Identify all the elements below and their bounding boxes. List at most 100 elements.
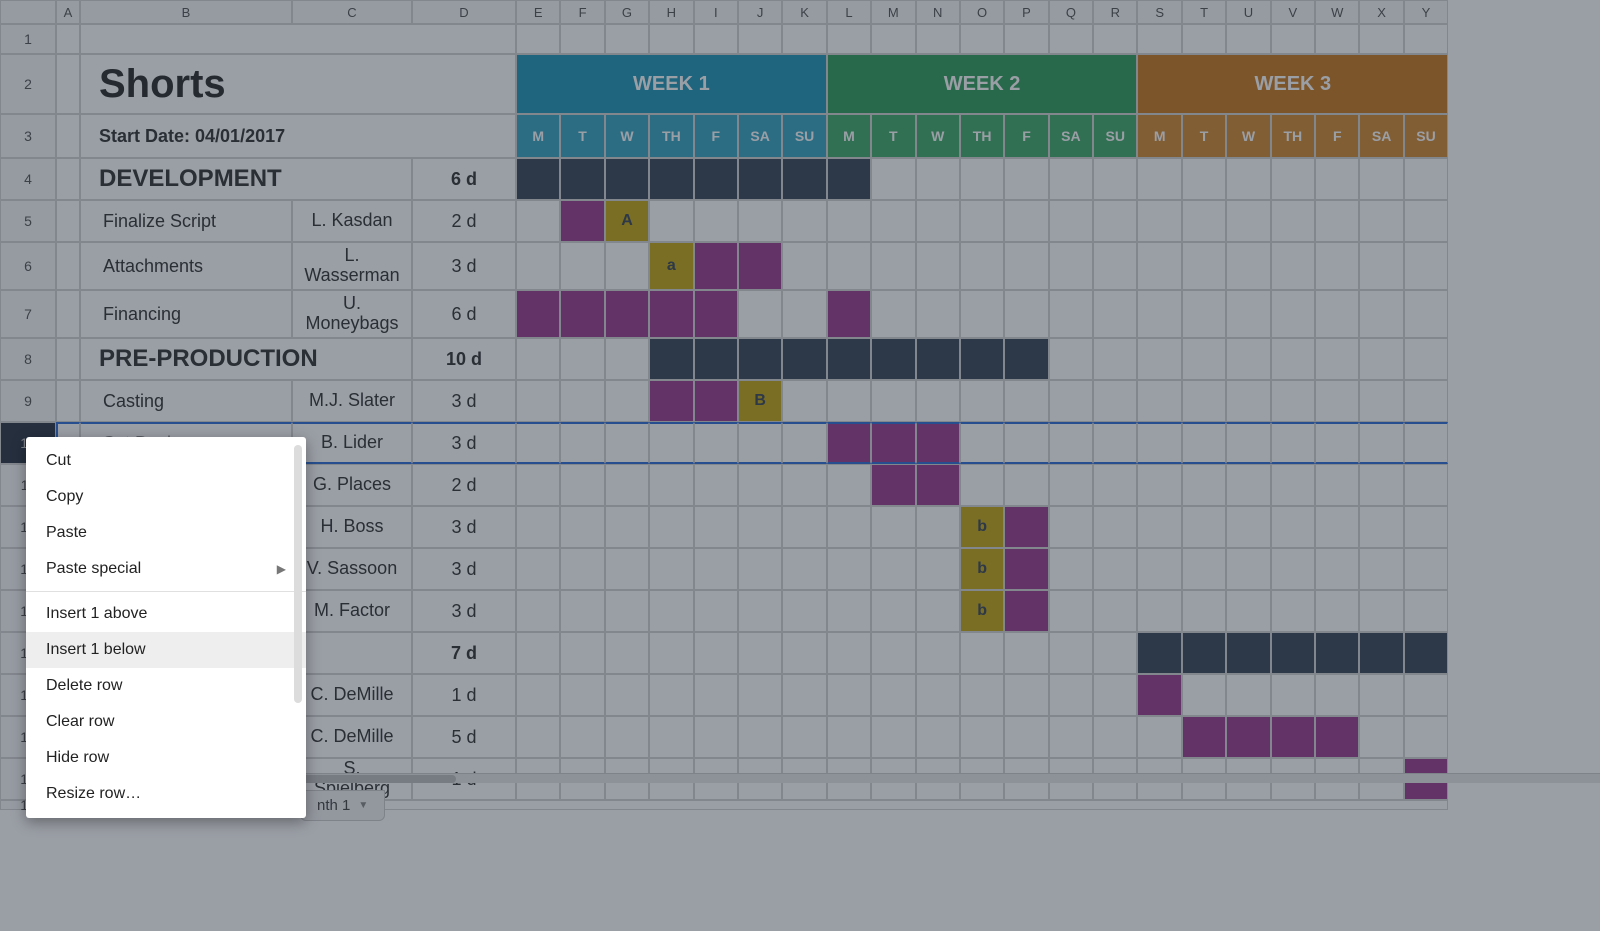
- cell[interactable]: [694, 464, 738, 506]
- cell[interactable]: [694, 674, 738, 716]
- cell[interactable]: [605, 632, 649, 674]
- cell[interactable]: [916, 200, 960, 242]
- cell[interactable]: [1182, 380, 1226, 422]
- col-header[interactable]: I: [694, 0, 738, 24]
- cell[interactable]: [560, 548, 604, 590]
- cell[interactable]: [960, 158, 1004, 200]
- cell[interactable]: [782, 422, 826, 464]
- cell[interactable]: [1359, 338, 1403, 380]
- cell[interactable]: [605, 590, 649, 632]
- cell[interactable]: [871, 24, 915, 54]
- cell[interactable]: [1093, 590, 1137, 632]
- col-header[interactable]: X: [1359, 0, 1403, 24]
- cell[interactable]: [649, 674, 693, 716]
- col-header[interactable]: B: [80, 0, 292, 24]
- cell[interactable]: [1137, 290, 1181, 338]
- row-header[interactable]: 7: [0, 290, 56, 338]
- col-header[interactable]: C: [292, 0, 412, 24]
- cell[interactable]: [1271, 422, 1315, 464]
- cell[interactable]: [1093, 632, 1137, 674]
- context-menu[interactable]: Cut Copy Paste Paste special▶ Insert 1 a…: [26, 437, 306, 818]
- cell[interactable]: [1049, 464, 1093, 506]
- cell[interactable]: [916, 158, 960, 200]
- cell[interactable]: [605, 674, 649, 716]
- cell[interactable]: [871, 158, 915, 200]
- cell[interactable]: [560, 590, 604, 632]
- cell[interactable]: [649, 590, 693, 632]
- cell[interactable]: [605, 380, 649, 422]
- cell[interactable]: [1049, 716, 1093, 758]
- cell[interactable]: [1093, 158, 1137, 200]
- cell[interactable]: [1404, 674, 1448, 716]
- cell[interactable]: [916, 506, 960, 548]
- cell[interactable]: [960, 422, 1004, 464]
- cell[interactable]: [1137, 338, 1181, 380]
- cell[interactable]: [827, 200, 871, 242]
- cell[interactable]: [1226, 158, 1270, 200]
- cell[interactable]: [1182, 422, 1226, 464]
- cell[interactable]: [56, 200, 80, 242]
- cell[interactable]: [694, 506, 738, 548]
- cell[interactable]: [1359, 548, 1403, 590]
- row-header[interactable]: 9: [0, 380, 56, 422]
- cell[interactable]: [56, 380, 80, 422]
- cell[interactable]: [871, 590, 915, 632]
- cell[interactable]: [827, 548, 871, 590]
- cell[interactable]: [605, 422, 649, 464]
- cell[interactable]: [694, 422, 738, 464]
- cell[interactable]: [694, 590, 738, 632]
- cell[interactable]: [1137, 200, 1181, 242]
- col-header[interactable]: L: [827, 0, 871, 24]
- cell[interactable]: [738, 464, 782, 506]
- cell[interactable]: [960, 290, 1004, 338]
- cell[interactable]: [782, 200, 826, 242]
- cell[interactable]: [960, 464, 1004, 506]
- cell[interactable]: [782, 674, 826, 716]
- col-header[interactable]: V: [1271, 0, 1315, 24]
- cell[interactable]: [56, 54, 80, 114]
- col-header[interactable]: K: [782, 0, 826, 24]
- row-header[interactable]: 2: [0, 54, 56, 114]
- cell[interactable]: [1137, 380, 1181, 422]
- cell[interactable]: [1093, 674, 1137, 716]
- col-header[interactable]: M: [871, 0, 915, 24]
- cell[interactable]: [694, 548, 738, 590]
- cell[interactable]: [1093, 24, 1137, 54]
- cell[interactable]: [782, 380, 826, 422]
- cell[interactable]: [1004, 290, 1048, 338]
- cell[interactable]: [649, 548, 693, 590]
- cell[interactable]: [516, 506, 560, 548]
- cell[interactable]: [1049, 200, 1093, 242]
- cell[interactable]: [1359, 422, 1403, 464]
- cell[interactable]: [56, 114, 80, 158]
- cell[interactable]: [738, 290, 782, 338]
- cell[interactable]: [1404, 716, 1448, 758]
- col-header[interactable]: D: [412, 0, 516, 24]
- cell[interactable]: [1049, 290, 1093, 338]
- cell[interactable]: [1315, 464, 1359, 506]
- cell[interactable]: [960, 716, 1004, 758]
- cell[interactable]: [1359, 200, 1403, 242]
- cell[interactable]: [1137, 590, 1181, 632]
- cell[interactable]: [1182, 464, 1226, 506]
- cell[interactable]: [1182, 24, 1226, 54]
- cell[interactable]: [1359, 380, 1403, 422]
- cell[interactable]: [649, 24, 693, 54]
- cell[interactable]: [960, 242, 1004, 290]
- cell[interactable]: [871, 242, 915, 290]
- cell[interactable]: [56, 24, 80, 54]
- cell[interactable]: [1137, 158, 1181, 200]
- cell[interactable]: [1093, 422, 1137, 464]
- cell[interactable]: [560, 464, 604, 506]
- cell[interactable]: [1137, 464, 1181, 506]
- context-menu-clear-row[interactable]: Clear row: [26, 704, 306, 740]
- cell[interactable]: [782, 632, 826, 674]
- cell[interactable]: [56, 242, 80, 290]
- cell[interactable]: [560, 338, 604, 380]
- cell[interactable]: [1404, 590, 1448, 632]
- cell[interactable]: [560, 242, 604, 290]
- cell[interactable]: [1226, 380, 1270, 422]
- cell[interactable]: [1226, 200, 1270, 242]
- cell[interactable]: [1093, 380, 1137, 422]
- cell[interactable]: [516, 380, 560, 422]
